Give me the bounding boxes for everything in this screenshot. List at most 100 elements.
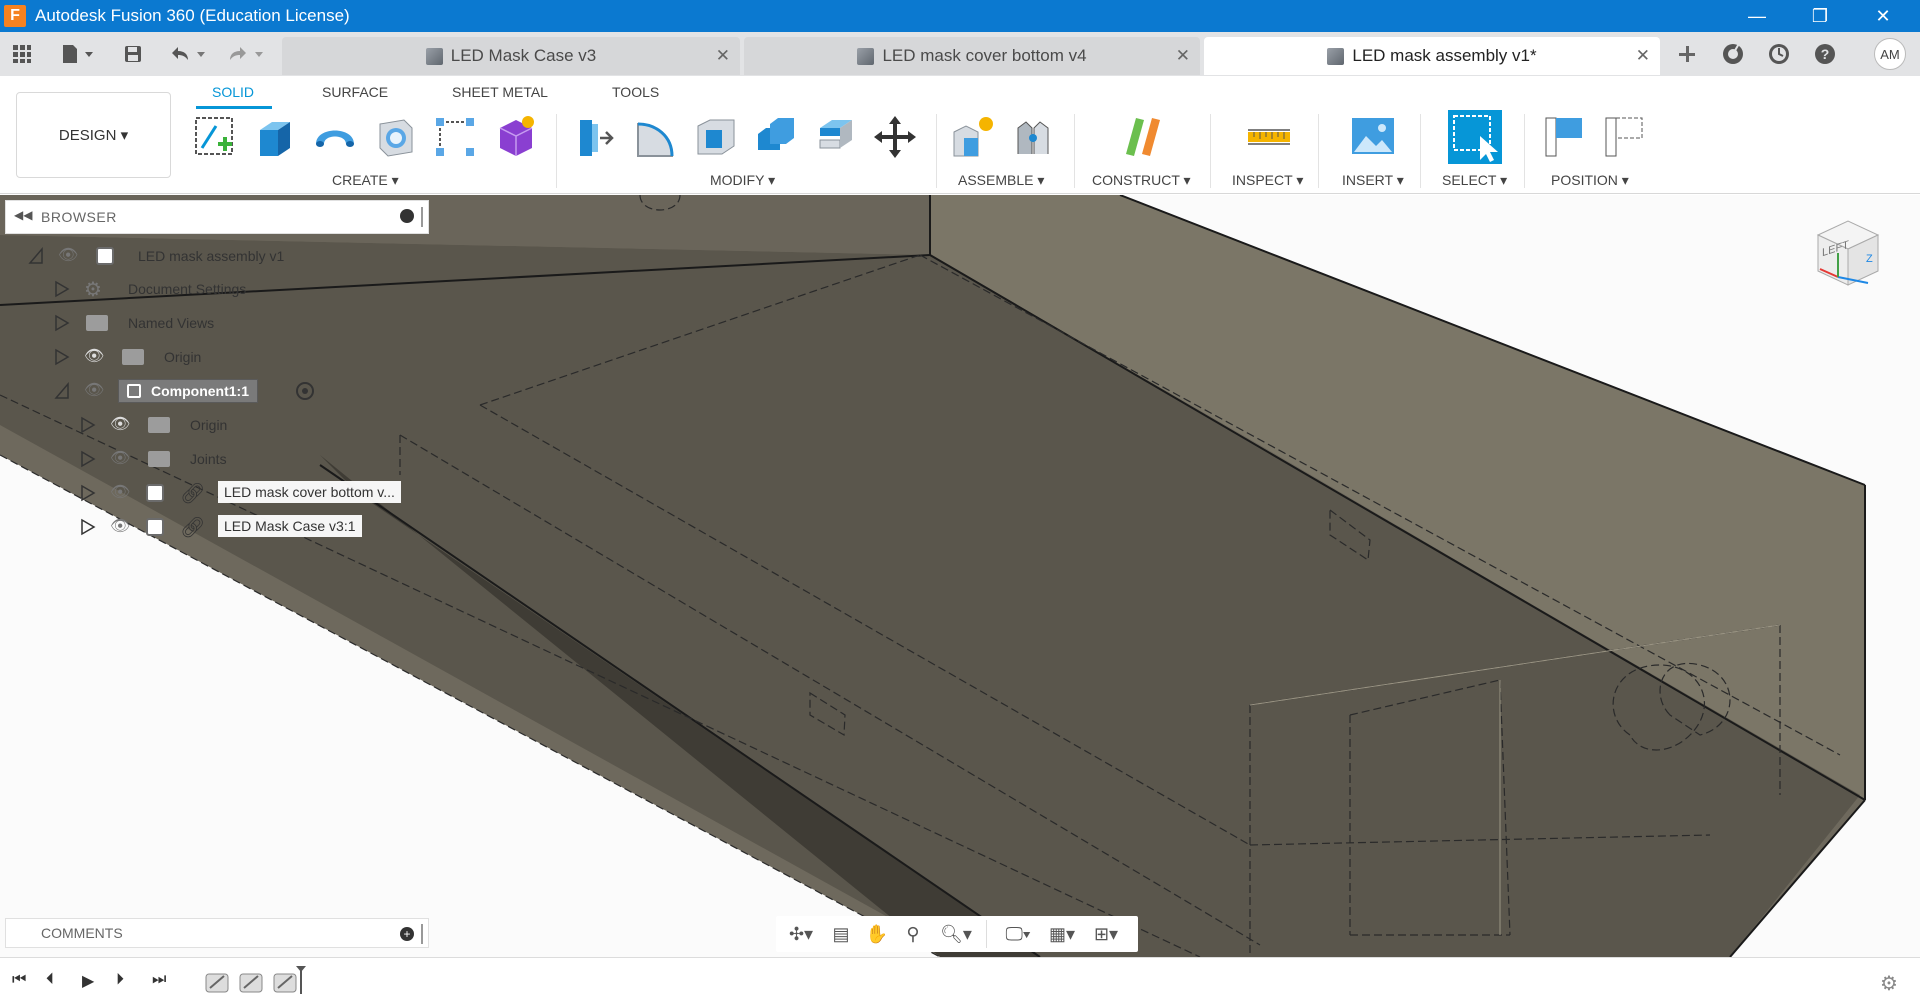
visibility-eye-icon[interactable]: 👁 — [110, 482, 130, 502]
select-menu[interactable]: SELECT ▾ — [1442, 172, 1507, 189]
visibility-eye-icon[interactable]: 👁 — [84, 380, 104, 400]
offset-face-icon[interactable] — [812, 114, 858, 160]
hidden-eye-icon[interactable]: 👁 — [110, 414, 130, 434]
panel-pin-handle[interactable] — [421, 924, 423, 944]
tab-sheet-metal[interactable]: SHEET METAL — [452, 84, 548, 100]
inspect-menu[interactable]: INSPECT ▾ — [1232, 172, 1303, 189]
tab-led-mask-cover-bottom[interactable]: LED mask cover bottom v4 ✕ — [744, 37, 1200, 75]
construct-menu[interactable]: CONSTRUCT ▾ — [1092, 172, 1191, 189]
expanded-triangle-icon[interactable] — [54, 382, 70, 400]
tab-close-icon[interactable]: ✕ — [1636, 46, 1650, 66]
expanded-triangle-icon[interactable] — [28, 247, 44, 265]
joint-icon[interactable] — [1010, 114, 1056, 160]
insert-menu[interactable]: INSERT ▾ — [1342, 172, 1404, 189]
restore-button[interactable]: ❐ — [1793, 0, 1847, 32]
collapsed-triangle-icon[interactable] — [80, 416, 96, 434]
tab-solid[interactable]: SOLID — [212, 84, 254, 100]
fit-zoom-icon[interactable]: 🔍︎▾ — [936, 922, 976, 946]
tree-item-led-mask-case[interactable]: 👁 🔗︎ LED Mask Case v3:1 — [80, 513, 380, 541]
apps-grid-icon[interactable] — [8, 40, 36, 68]
fillet-icon[interactable] — [632, 114, 678, 160]
step-back-icon[interactable]: ⏴ — [46, 971, 54, 989]
undo-icon[interactable] — [166, 40, 210, 68]
revert-position-icon[interactable] — [1602, 114, 1648, 160]
visibility-eye-icon[interactable]: 👁 — [58, 245, 78, 265]
help-icon[interactable]: ? — [1810, 40, 1840, 68]
user-avatar[interactable]: AM — [1874, 38, 1906, 70]
viewcube-icon[interactable] — [1808, 213, 1888, 293]
timeline-features[interactable] — [200, 966, 310, 996]
display-settings-icon[interactable]: 🖵︎▾ — [998, 922, 1038, 946]
extrude-icon[interactable] — [252, 114, 298, 160]
select-tool-icon[interactable] — [1448, 110, 1502, 164]
activate-component-radio[interactable] — [296, 382, 314, 400]
new-component-icon[interactable] — [950, 114, 996, 160]
panel-pin-handle[interactable] — [421, 207, 423, 227]
collapse-panel-icon[interactable]: ◀◀ — [14, 208, 32, 222]
job-status-icon[interactable] — [1764, 40, 1794, 68]
add-comment-icon[interactable]: + — [400, 927, 414, 941]
collapsed-triangle-icon[interactable] — [54, 314, 70, 332]
tree-item-joints[interactable]: 👁 Joints — [80, 445, 340, 473]
zoom-icon[interactable]: ⚲ — [900, 922, 926, 946]
modify-menu[interactable]: MODIFY ▾ — [710, 172, 775, 189]
visibility-eye-icon[interactable]: 👁 — [110, 448, 130, 468]
step-forward-icon[interactable]: ⏵ — [116, 971, 124, 989]
tree-item-document-settings[interactable]: ⚙ Document Settings — [54, 275, 334, 303]
go-to-start-icon[interactable]: ⏮ — [12, 971, 26, 989]
collapsed-triangle-icon[interactable] — [54, 348, 70, 366]
tree-item-named-views[interactable]: Named Views — [54, 309, 334, 337]
redo-icon[interactable] — [224, 40, 268, 68]
tree-item-led-mask-cover-bottom[interactable]: 👁 🔗︎ LED mask cover bottom v... — [80, 479, 430, 507]
revolve-icon[interactable] — [312, 114, 358, 160]
hidden-eye-icon[interactable]: 👁 — [84, 346, 104, 366]
save-icon[interactable] — [120, 40, 146, 68]
play-icon[interactable]: ▶ — [82, 971, 94, 991]
collapsed-triangle-icon[interactable] — [80, 518, 96, 536]
tab-led-mask-case[interactable]: LED Mask Case v3 ✕ — [282, 37, 740, 75]
combine-icon[interactable] — [752, 114, 798, 160]
tree-item-component[interactable]: 👁 Component1:1 — [54, 377, 334, 405]
tree-item-component-origin[interactable]: 👁 Origin — [80, 411, 340, 439]
go-to-end-icon[interactable]: ⏭ — [152, 971, 166, 989]
press-pull-icon[interactable] — [572, 114, 618, 160]
hole-icon[interactable] — [372, 114, 418, 160]
tree-item-label: LED mask cover bottom v... — [218, 481, 401, 503]
offset-plane-icon[interactable] — [1120, 114, 1166, 160]
extensions-icon[interactable] — [1718, 40, 1748, 68]
pan-hand-icon[interactable]: ✋ — [864, 922, 890, 946]
file-menu-icon[interactable] — [54, 40, 100, 68]
tab-tools[interactable]: TOOLS — [612, 84, 659, 100]
move-copy-icon[interactable] — [872, 114, 918, 160]
tab-surface[interactable]: SURFACE — [322, 84, 388, 100]
assemble-menu[interactable]: ASSEMBLE ▾ — [958, 172, 1044, 189]
tab-led-mask-assembly[interactable]: LED mask assembly v1* ✕ — [1204, 37, 1660, 75]
tab-close-icon[interactable]: ✕ — [1176, 46, 1190, 66]
create-form-icon[interactable] — [492, 114, 538, 160]
tab-close-icon[interactable]: ✕ — [716, 46, 730, 66]
timeline-settings-gear-icon[interactable]: ⚙ — [1880, 971, 1898, 996]
look-at-icon[interactable]: ▤ — [828, 922, 854, 946]
viewports-icon[interactable]: ⊞▾ — [1086, 922, 1126, 946]
minimize-button[interactable]: — — [1730, 0, 1784, 32]
insert-image-icon[interactable] — [1350, 114, 1396, 160]
collapsed-triangle-icon[interactable] — [80, 450, 96, 468]
collapsed-triangle-icon[interactable] — [54, 280, 70, 298]
measure-icon[interactable] — [1246, 114, 1292, 160]
shell-icon[interactable] — [692, 114, 738, 160]
tree-root[interactable]: 👁 LED mask assembly v1 — [28, 242, 328, 270]
create-sketch-icon[interactable] — [192, 114, 238, 160]
tree-item-origin[interactable]: 👁 Origin — [54, 343, 334, 371]
position-menu[interactable]: POSITION ▾ — [1551, 172, 1629, 189]
visibility-eye-icon[interactable]: 👁 — [110, 516, 130, 536]
pattern-icon[interactable] — [432, 114, 478, 160]
collapsed-triangle-icon[interactable] — [80, 484, 96, 502]
orbit-icon[interactable]: ✣▾ — [782, 922, 820, 946]
capture-position-icon[interactable] — [1542, 114, 1588, 160]
browser-minimize-icon[interactable] — [400, 209, 414, 223]
grid-settings-icon[interactable]: ▦▾ — [1042, 922, 1082, 946]
workspace-switcher-button[interactable]: DESIGN ▾ — [16, 92, 171, 178]
close-window-button[interactable]: ✕ — [1856, 0, 1910, 32]
new-tab-plus-icon[interactable] — [1672, 40, 1702, 68]
create-menu[interactable]: CREATE ▾ — [332, 172, 399, 189]
